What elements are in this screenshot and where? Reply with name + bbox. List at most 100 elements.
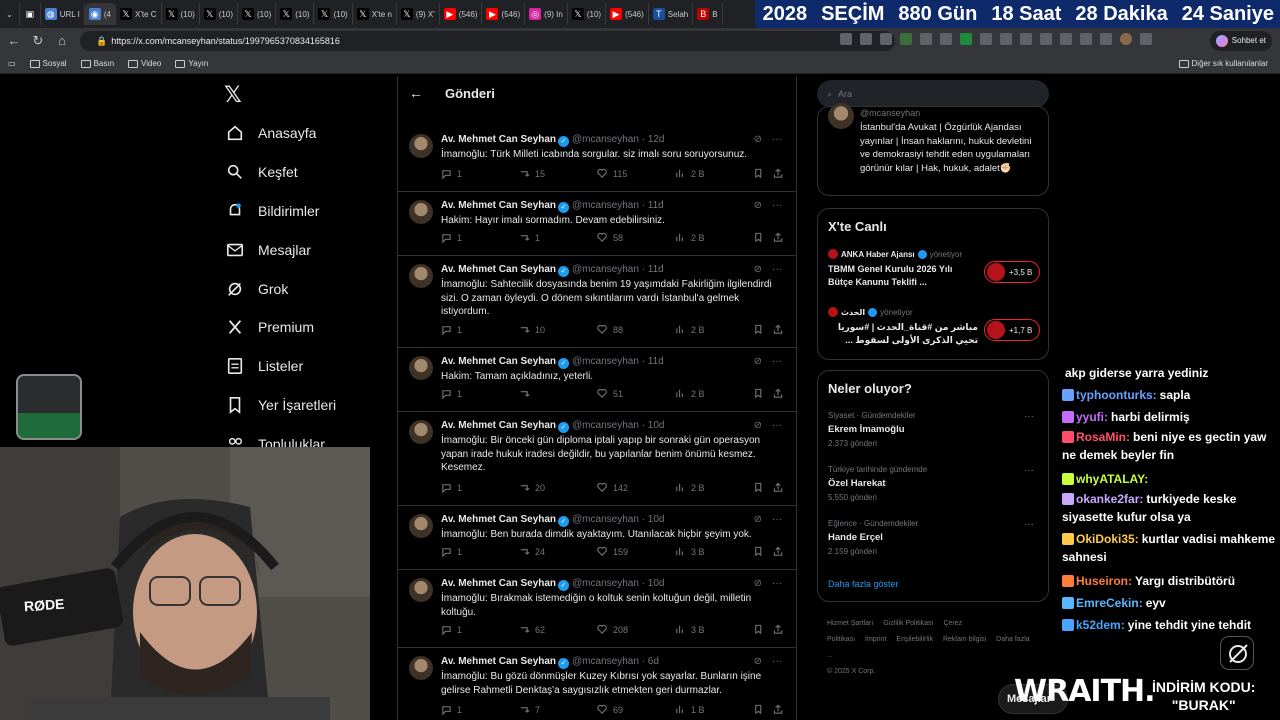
browser-tab[interactable]: 𝕏 (10) [568, 3, 607, 25]
bookmark-button[interactable] [753, 546, 764, 557]
share-button[interactable] [773, 624, 784, 635]
footer-link[interactable]: Hizmet Şartları [827, 620, 873, 627]
more-options-icon[interactable]: ··· [772, 656, 782, 667]
author-avatar[interactable] [409, 420, 433, 444]
grok-icon[interactable]: ⊘ [754, 514, 762, 525]
author-name[interactable]: Av. Mehmet Can Seyhan [441, 200, 556, 211]
author-handle[interactable]: @mcanseyhan [572, 578, 639, 589]
reload-button[interactable]: ↻ [28, 31, 48, 51]
repost-button[interactable]: 20 [519, 482, 545, 493]
share-button[interactable] [773, 546, 784, 557]
browser-tab[interactable]: ◍ URL I [41, 3, 85, 25]
more-options-icon[interactable]: ··· [772, 420, 782, 431]
bookmark-button[interactable] [753, 624, 764, 635]
favorites-icon[interactable] [1060, 33, 1072, 45]
tweet[interactable]: Av. Mehmet Can Seyhan ✓ @mcanseyhan · 10d … [398, 506, 796, 570]
nav-item-8[interactable]: Yer İşaretleri [226, 396, 336, 414]
tab-list-button[interactable]: ⌄ [0, 3, 20, 25]
nav-item-7[interactable]: Listeler [226, 357, 303, 375]
tweet-date[interactable]: · 10d [642, 514, 665, 525]
like-button[interactable]: 115 [597, 168, 627, 179]
trend-item[interactable]: Eğlence · Gündemdekiler Hande Erçel 2.15… [828, 519, 1040, 556]
profile-avatar[interactable] [1120, 33, 1132, 45]
puzzle-icon[interactable] [1020, 33, 1032, 45]
footer-link[interactable]: Gizlilik Politikası [883, 620, 933, 627]
browser-tab[interactable]: BB [693, 3, 723, 25]
like-button[interactable]: 142 [597, 482, 628, 493]
tweet-date[interactable]: · 6d [642, 656, 659, 667]
grok-icon[interactable]: ⊘ [754, 356, 762, 367]
url-field[interactable]: 🔒 https://x.com/mcanseyhan/status/1997965… [80, 31, 895, 51]
views-button[interactable]: 2 B [675, 324, 705, 335]
extension-icon[interactable] [1000, 33, 1012, 45]
browser-tab[interactable]: 𝕏 (10) [162, 3, 200, 25]
like-button[interactable]: 88 [597, 324, 623, 335]
repost-button[interactable]: 15 [519, 168, 545, 179]
reply-button[interactable]: 1 [441, 482, 462, 493]
copilot-chat-button[interactable]: Sohbet et [1209, 31, 1272, 51]
views-button[interactable]: 2 B [675, 482, 705, 493]
more-options-icon[interactable]: ··· [772, 514, 782, 525]
tweet[interactable]: Av. Mehmet Can Seyhan ✓ @mcanseyhan · 11d … [398, 348, 796, 412]
author-handle[interactable]: @mcanseyhan [572, 264, 639, 275]
browser-tab[interactable]: ▶ (546) [606, 3, 649, 25]
extension-icon[interactable] [940, 33, 952, 45]
bookmark-folder-press[interactable]: Basın [80, 59, 114, 68]
trend-item[interactable]: Türkiye tarihinde gündemde Özel Harekat … [828, 465, 1040, 502]
read-aloud-icon[interactable] [860, 33, 872, 45]
tweet-date[interactable]: · 11d [642, 200, 664, 211]
browser-tab[interactable]: 𝕏 (10) [238, 3, 277, 25]
extension-icon[interactable] [960, 33, 972, 45]
author-handle[interactable]: @mcanseyhan [572, 420, 639, 431]
nav-item-5[interactable]: Grok [226, 280, 288, 298]
more-options-icon[interactable]: ··· [772, 264, 782, 275]
repost-button[interactable]: 10 [519, 324, 545, 335]
like-button[interactable]: 159 [597, 546, 628, 557]
browser-tab[interactable]: ◎ (9) In [525, 3, 568, 25]
extension-icon[interactable] [980, 33, 992, 45]
footer-link[interactable]: Erişilebilirlik [896, 636, 933, 643]
footer-link[interactable]: İmprint [865, 636, 886, 643]
star-icon[interactable] [880, 33, 892, 45]
bookmark-folder-stream[interactable]: Yayın [175, 59, 208, 68]
author-avatar[interactable] [409, 356, 433, 380]
views-button[interactable]: 3 B [675, 624, 705, 635]
home-button[interactable]: ⌂ [52, 31, 72, 51]
bookmark-button[interactable] [753, 232, 764, 243]
grok-icon[interactable]: ⊘ [754, 134, 762, 145]
repost-button[interactable]: 7 [519, 704, 540, 715]
tweet[interactable]: Av. Mehmet Can Seyhan ✓ @mcanseyhan · 12d … [398, 126, 796, 192]
author-handle[interactable]: @mcanseyhan [572, 134, 639, 145]
author-name[interactable]: Av. Mehmet Can Seyhan [441, 578, 556, 589]
author-handle[interactable]: @mcanseyhan [572, 656, 639, 667]
live-item[interactable]: ANKA Haber Ajansı yönetiyor TBMM Genel Ku… [828, 249, 1040, 289]
extension-icon[interactable] [920, 33, 932, 45]
tweet[interactable]: Av. Mehmet Can Seyhan ✓ @mcanseyhan · 11d … [398, 192, 796, 256]
tweet-date[interactable]: · 11d [642, 264, 664, 275]
tweet-date[interactable]: · 10d [642, 578, 665, 589]
grok-icon[interactable]: ⊘ [754, 420, 762, 431]
back-button[interactable]: ← [4, 31, 24, 51]
author-avatar[interactable] [409, 514, 433, 538]
split-screen-icon[interactable] [1040, 33, 1052, 45]
reply-button[interactable]: 1 [441, 232, 462, 243]
share-button[interactable] [773, 704, 784, 715]
views-button[interactable]: 3 B [675, 546, 705, 557]
more-options-icon[interactable]: ··· [1024, 411, 1034, 422]
repost-button[interactable]: 1 [519, 232, 540, 243]
author-handle[interactable]: @mcanseyhan [572, 514, 639, 525]
nav-item-2[interactable]: Keşfet [226, 163, 298, 181]
collections-icon[interactable]: ▭ [8, 59, 16, 68]
more-options-icon[interactable]: ··· [772, 134, 782, 145]
extension-icon[interactable] [900, 33, 912, 45]
collections-icon[interactable] [1080, 33, 1092, 45]
profile-avatar[interactable] [828, 103, 854, 129]
tweet-date[interactable]: · 12d [642, 134, 665, 145]
author-handle[interactable]: @mcanseyhan [572, 200, 639, 211]
more-options-icon[interactable]: ··· [772, 200, 782, 211]
tweet[interactable]: Av. Mehmet Can Seyhan ✓ @mcanseyhan · 10d … [398, 570, 796, 648]
browser-tab[interactable]: ◉ (4 [84, 3, 116, 25]
reply-button[interactable]: 1 [441, 324, 462, 335]
tweet[interactable]: Av. Mehmet Can Seyhan ✓ @mcanseyhan · 6d ⊘… [398, 648, 796, 720]
author-avatar[interactable] [409, 134, 433, 158]
